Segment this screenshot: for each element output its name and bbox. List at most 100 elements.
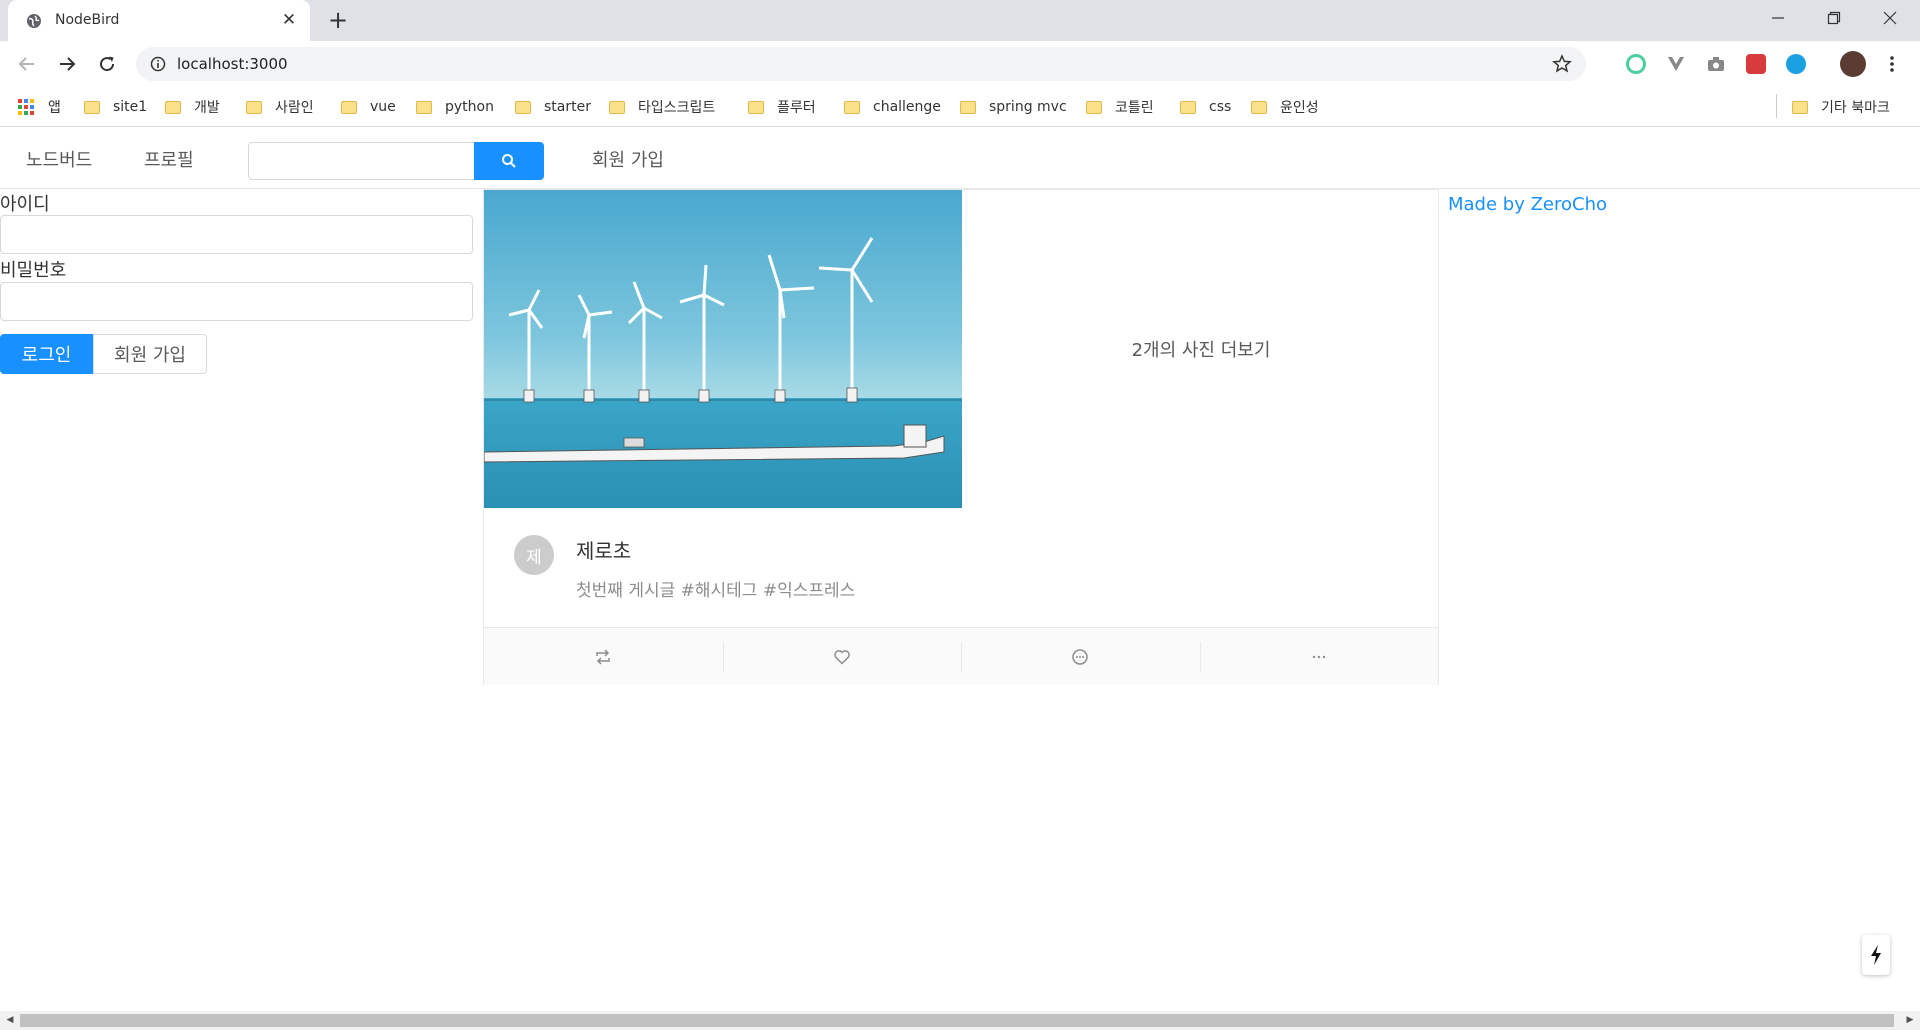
- reload-icon[interactable]: [94, 51, 120, 77]
- bookmark-folder[interactable]: python: [416, 95, 494, 119]
- camera-icon[interactable]: [1706, 54, 1726, 74]
- scroll-left-icon[interactable]: ◀: [5, 1015, 15, 1025]
- chrome-menu-icon[interactable]: [1887, 54, 1897, 74]
- apps-grid-icon: [18, 99, 34, 115]
- search-input[interactable]: [248, 142, 476, 180]
- horizontal-scrollbar[interactable]: ◀ ▶: [0, 1011, 1920, 1030]
- url-text: localhost:3000: [177, 55, 288, 73]
- more-button[interactable]: [1199, 628, 1439, 685]
- bookmark-label: 코틀린: [1115, 100, 1154, 116]
- wind-turbines-image: [484, 190, 962, 508]
- bookmark-folder[interactable]: 사람인: [246, 95, 314, 119]
- avatar: 제: [514, 535, 554, 575]
- bookmark-folder[interactable]: 타입스크립트: [609, 95, 715, 119]
- folder-icon: [165, 100, 181, 114]
- password-input[interactable]: [0, 282, 473, 321]
- bookmark-label: css: [1209, 99, 1232, 115]
- comment-button[interactable]: [961, 628, 1200, 685]
- bookmark-folder[interactable]: vue: [341, 95, 396, 119]
- folder-icon: [416, 100, 432, 114]
- bookmark-folder[interactable]: spring mvc: [960, 95, 1067, 119]
- message-icon: [1072, 648, 1088, 665]
- scroll-right-icon[interactable]: ▶: [1905, 1015, 1915, 1025]
- globe-icon: [27, 14, 41, 28]
- back-icon[interactable]: [14, 51, 40, 77]
- post-image[interactable]: [484, 190, 962, 508]
- bookmark-folder[interactable]: 개발: [165, 95, 220, 119]
- close-tab-icon[interactable]: ✕: [280, 11, 298, 29]
- password-label: 비밀번호: [0, 260, 67, 281]
- other-bookmarks[interactable]: 기타 북마크: [1792, 95, 1890, 119]
- bookmark-label: challenge: [873, 99, 941, 115]
- bookmark-label: 윤인성: [1280, 100, 1319, 116]
- browser-tab-bar: NodeBird ✕ +: [0, 0, 1920, 41]
- bookmark-folder[interactable]: site1: [84, 95, 147, 119]
- bookmark-folder[interactable]: starter: [515, 95, 591, 119]
- bookmark-folder[interactable]: challenge: [844, 95, 941, 119]
- signup-button[interactable]: 회원 가입: [93, 334, 207, 374]
- id-input[interactable]: [0, 215, 473, 254]
- bookmark-label: spring mvc: [989, 99, 1067, 115]
- menu-item-profile[interactable]: 프로필: [144, 146, 194, 172]
- bookmark-folder[interactable]: 코틀린: [1086, 95, 1154, 119]
- restore-icon[interactable]: [1806, 0, 1862, 36]
- login-button[interactable]: 로그인: [0, 334, 93, 374]
- bookmark-label: site1: [113, 99, 148, 115]
- post-card: 2개의 사진 더보기 제 제로초 첫번째 게시글 #해시테그 #익스프레스: [483, 189, 1439, 685]
- post-content: 첫번째 게시글 #해시테그 #익스프레스: [576, 581, 856, 601]
- bookmark-apps[interactable]: 앱: [18, 95, 61, 119]
- top-menu: 노드버드 프로필 회원 가입: [0, 128, 1920, 189]
- next-prerender-indicator[interactable]: [1862, 935, 1890, 975]
- folder-icon: [246, 100, 262, 114]
- scrollbar-thumb[interactable]: [20, 1014, 1894, 1027]
- folder-icon: [84, 100, 100, 114]
- profile-avatar-icon[interactable]: [1840, 51, 1866, 77]
- menu-item-signup[interactable]: 회원 가입: [592, 146, 664, 172]
- folder-icon: [341, 100, 357, 114]
- info-icon[interactable]: [150, 56, 166, 72]
- extension-code-icon[interactable]: [1786, 54, 1806, 74]
- tab-title: NodeBird: [55, 12, 120, 28]
- bookmark-label: 기타 북마크: [1821, 100, 1890, 116]
- folder-icon: [1792, 100, 1808, 114]
- forward-icon[interactable]: [54, 51, 80, 77]
- bookmark-label: 타입스크립트: [638, 100, 716, 116]
- folder-icon: [748, 100, 764, 114]
- bookmark-folder[interactable]: 윤인성: [1251, 95, 1319, 119]
- vue-devtools-icon[interactable]: [1666, 54, 1686, 74]
- folder-icon: [1251, 100, 1267, 114]
- bookmark-label: 플루터: [777, 100, 816, 116]
- like-button[interactable]: [722, 628, 962, 685]
- new-tab-icon[interactable]: +: [326, 8, 350, 32]
- folder-icon: [1180, 100, 1196, 114]
- folder-icon: [515, 100, 531, 114]
- address-bar[interactable]: localhost:3000: [136, 47, 1586, 81]
- ellipsis-icon: [1312, 655, 1325, 658]
- post-author: 제로초: [576, 539, 632, 563]
- browser-tab[interactable]: NodeBird ✕: [8, 0, 310, 41]
- browser-toolbar: localhost:3000: [0, 41, 1920, 87]
- post-actions: [484, 627, 1438, 685]
- bookmark-label: 개발: [194, 100, 220, 116]
- folder-icon: [609, 100, 625, 114]
- search-button[interactable]: [474, 142, 544, 180]
- lightning-icon: [1871, 945, 1881, 965]
- close-window-icon[interactable]: [1862, 0, 1918, 36]
- retweet-button[interactable]: [484, 628, 723, 685]
- menu-item-home[interactable]: 노드버드: [26, 146, 92, 172]
- bookmark-label: vue: [370, 99, 396, 115]
- folder-icon: [960, 100, 976, 114]
- extension-red-icon[interactable]: [1746, 54, 1766, 74]
- bookmark-label: starter: [544, 99, 591, 115]
- bookmark-label: python: [445, 99, 494, 115]
- bookmark-folder[interactable]: 플루터: [748, 95, 816, 119]
- page-content: 노드버드 프로필 회원 가입 아이디 비밀번호 로그인 회원 가입 2개의 사진…: [0, 128, 1920, 1011]
- search-icon: [502, 154, 516, 168]
- bookmarks-bar: 앱 site1 개발 사람인 vue python starter 타입스크립트…: [0, 87, 1920, 127]
- extension-icon[interactable]: [1626, 54, 1646, 74]
- minimize-icon[interactable]: [1750, 0, 1806, 36]
- more-photos-button[interactable]: 2개의 사진 더보기: [962, 190, 1440, 508]
- bookmark-folder[interactable]: css: [1180, 95, 1231, 119]
- made-by-link[interactable]: Made by ZeroCho: [1448, 194, 1607, 215]
- bookmark-star-icon[interactable]: [1552, 54, 1572, 74]
